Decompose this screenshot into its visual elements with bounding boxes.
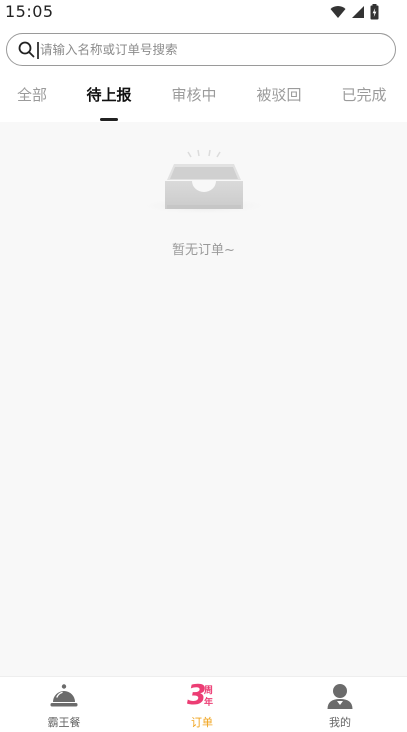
empty-message: 暂无订单~ [172, 243, 235, 258]
tab-under-review[interactable]: 审核中 [159, 84, 229, 105]
signal-icon [352, 6, 364, 18]
header-area: 15:05 全部 待上报 审核中 被驳回 已完成 [0, 0, 407, 122]
anniversary-text-2: 年 [204, 698, 214, 708]
nav-item-mine[interactable]: 我的 [295, 677, 385, 732]
nav-label: 霸王餐 [47, 716, 81, 729]
tab-completed[interactable]: 已完成 [329, 84, 399, 105]
cloche-icon [50, 684, 78, 707]
empty-inbox-icon [136, 149, 272, 215]
search-input[interactable] [40, 34, 380, 65]
nav-label: 订单 [191, 716, 213, 729]
nav-item-orders[interactable]: 3 周 年 订单 [157, 677, 247, 732]
bottom-nav: 霸王餐 3 周 年 订单 我的 [0, 676, 407, 732]
tab-pending-report[interactable]: 待上报 [74, 84, 144, 105]
search-icon [18, 41, 35, 58]
nav-label: 我的 [329, 716, 351, 729]
active-tab-indicator [100, 118, 118, 121]
battery-icon [370, 4, 379, 20]
wifi-icon [330, 6, 346, 19]
search-bar[interactable] [6, 33, 396, 66]
status-time: 15:05 [5, 2, 54, 21]
text-cursor [37, 42, 39, 59]
tab-all[interactable]: 全部 [0, 84, 67, 105]
tab-rejected[interactable]: 被驳回 [244, 84, 314, 105]
nav-item-free-meal[interactable]: 霸王餐 [19, 677, 109, 732]
user-icon [327, 684, 353, 709]
status-icons [330, 4, 379, 20]
status-bar: 15:05 [0, 0, 407, 26]
anniversary-3-icon: 3 周 年 [185, 680, 219, 713]
order-status-tabs: 全部 待上报 审核中 被驳回 已完成 [0, 84, 407, 122]
